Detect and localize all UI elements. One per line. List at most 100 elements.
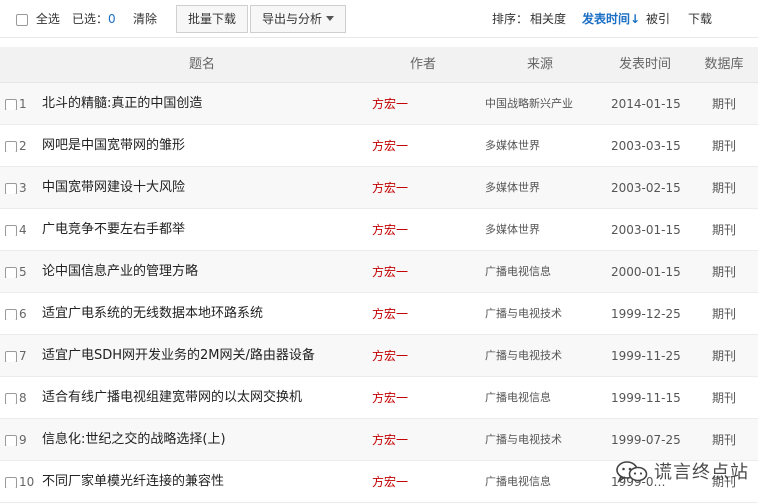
row-source-link[interactable]: 多媒体世界 [485, 209, 600, 251]
row-author-link[interactable]: 方宏一 [372, 293, 452, 335]
row-date: 1999-11-25 [611, 349, 681, 363]
row-checkbox[interactable] [5, 140, 17, 152]
row-source-link[interactable]: 中国战略新兴产业 [485, 83, 600, 125]
row-database: 期刊 [711, 307, 736, 321]
row-date: 1999-11-15 [611, 391, 681, 405]
select-all-control[interactable]: 全选 [16, 0, 60, 38]
row-number: 3 [19, 181, 27, 195]
row-source-link[interactable]: 多媒体世界 [485, 167, 600, 209]
row-checkbox[interactable] [5, 266, 17, 278]
row-database: 期刊 [711, 391, 736, 405]
row-author-link[interactable]: 方宏一 [372, 83, 452, 125]
header-source: 来源 [526, 57, 553, 72]
wechat-icon [616, 461, 648, 484]
row-number: 5 [19, 265, 27, 279]
sort-relevance[interactable]: 相关度 [530, 0, 566, 38]
selected-indicator: 已选：0 [72, 0, 116, 38]
row-number: 10 [19, 475, 35, 489]
row-title-link[interactable]: 适合有线广播电视组建宽带网的以太网交换机 [42, 377, 362, 419]
row-title-link[interactable]: 网吧是中国宽带网的雏形 [42, 125, 362, 167]
header-title: 题名 [188, 57, 215, 72]
row-checkbox[interactable] [5, 224, 17, 236]
row-source-link[interactable]: 广播与电视技术 [485, 335, 600, 377]
row-checkbox[interactable] [5, 182, 17, 194]
row-number: 4 [19, 223, 27, 237]
row-author-link[interactable]: 方宏一 [372, 209, 452, 251]
row-checkbox[interactable] [5, 476, 17, 488]
row-title-link[interactable]: 中国宽带网建设十大风险 [42, 167, 362, 209]
row-author-link[interactable]: 方宏一 [372, 377, 452, 419]
row-title-link[interactable]: 适宜广电系统的无线数据本地环路系统 [42, 293, 362, 335]
row-number: 8 [19, 391, 27, 405]
row-database: 期刊 [711, 223, 736, 237]
row-date: 2003-01-15 [611, 223, 681, 237]
row-database: 期刊 [711, 265, 736, 279]
row-title-link[interactable]: 不同厂家单模光纤连接的兼容性 [42, 461, 362, 503]
row-title-link[interactable]: 适宜广电SDH网开发业务的2M网关/路由器设备 [42, 335, 362, 377]
export-analysis-dropdown[interactable]: 导出与分析 [250, 5, 346, 33]
header-author: 作者 [409, 57, 436, 72]
table-row: 5 论中国信息产业的管理方略 方宏一 广播电视信息 2000-01-15 期刊 [0, 251, 758, 293]
row-source-link[interactable]: 广播电视信息 [485, 251, 600, 293]
row-author-link[interactable]: 方宏一 [372, 167, 452, 209]
row-number: 6 [19, 307, 27, 321]
row-source-link[interactable]: 广播电视信息 [485, 377, 600, 419]
row-checkbox[interactable] [5, 392, 17, 404]
row-author-link[interactable]: 方宏一 [372, 125, 452, 167]
table-row: 3 中国宽带网建设十大风险 方宏一 多媒体世界 2003-02-15 期刊 [0, 167, 758, 209]
wechat-watermark: 谎言终点站 [610, 455, 758, 489]
clear-selection-link[interactable]: 清除 [133, 0, 157, 38]
row-checkbox[interactable] [5, 434, 17, 446]
batch-download-button[interactable]: 批量下载 [176, 5, 248, 33]
sort-publish-date-label: 发表时间 [582, 12, 631, 26]
table-row: 8 适合有线广播电视组建宽带网的以太网交换机 方宏一 广播电视信息 1999-1… [0, 377, 758, 419]
table-row: 2 网吧是中国宽带网的雏形 方宏一 多媒体世界 2003-03-15 期刊 [0, 125, 758, 167]
row-title-link[interactable]: 广电竞争不要左右手都举 [42, 209, 362, 251]
row-date: 2000-01-15 [611, 265, 681, 279]
sort-downloads[interactable]: 下载 [688, 0, 712, 38]
row-date: 2003-03-15 [611, 139, 681, 153]
row-checkbox[interactable] [5, 308, 17, 320]
table-header: 题名 作者 来源 发表时间 数据库 [0, 47, 758, 83]
chevron-down-icon [326, 16, 334, 21]
row-date: 1999-12-25 [611, 307, 681, 321]
row-author-link[interactable]: 方宏一 [372, 335, 452, 377]
sort-publish-date[interactable]: 发表时间↓ [582, 0, 640, 38]
row-checkbox[interactable] [5, 98, 17, 110]
row-author-link[interactable]: 方宏一 [372, 419, 452, 461]
row-author-link[interactable]: 方宏一 [372, 251, 452, 293]
row-date: 2003-02-15 [611, 181, 681, 195]
table-row: 6 适宜广电系统的无线数据本地环路系统 方宏一 广播与电视技术 1999-12-… [0, 293, 758, 335]
header-date: 发表时间 [618, 57, 671, 72]
table-row: 1 北斗的精髓:真正的中国创造 方宏一 中国战略新兴产业 2014-01-15 … [0, 83, 758, 125]
table-row: 7 适宜广电SDH网开发业务的2M网关/路由器设备 方宏一 广播与电视技术 19… [0, 335, 758, 377]
row-source-link[interactable]: 广播与电视技术 [485, 293, 600, 335]
row-title-link[interactable]: 北斗的精髓:真正的中国创造 [42, 83, 362, 125]
row-number: 1 [19, 97, 27, 111]
row-title-link[interactable]: 信息化:世纪之交的战略选择(上) [42, 419, 362, 461]
row-source-link[interactable]: 广播与电视技术 [485, 419, 600, 461]
header-database: 数据库 [704, 57, 744, 72]
results-table-body: 1 北斗的精髓:真正的中国创造 方宏一 中国战略新兴产业 2014-01-15 … [0, 83, 758, 503]
row-database: 期刊 [711, 139, 736, 153]
watermark-text: 谎言终点站 [654, 462, 749, 483]
row-source-link[interactable]: 广播电视信息 [485, 461, 600, 503]
sort-citations[interactable]: 被引 [646, 0, 670, 38]
row-database: 期刊 [711, 97, 736, 111]
row-source-link[interactable]: 多媒体世界 [485, 125, 600, 167]
row-checkbox[interactable] [5, 350, 17, 362]
select-all-checkbox[interactable] [16, 13, 28, 26]
selected-label: 已选： [72, 12, 109, 26]
row-number: 9 [19, 433, 27, 447]
selected-count: 0 [108, 12, 116, 26]
sort-label: 排序： [492, 12, 529, 26]
select-all-label[interactable]: 全选 [36, 12, 60, 26]
results-toolbar: 全选 已选：0 清除 批量下载 导出与分析 排序： 相关度 发表时间↓ 被引 下… [0, 0, 758, 38]
row-database: 期刊 [711, 349, 736, 363]
row-number: 2 [19, 139, 27, 153]
row-author-link[interactable]: 方宏一 [372, 461, 452, 503]
row-number: 7 [19, 349, 27, 363]
row-title-link[interactable]: 论中国信息产业的管理方略 [42, 251, 362, 293]
export-analysis-label: 导出与分析 [261, 12, 322, 26]
row-date: 2014-01-15 [611, 97, 681, 111]
